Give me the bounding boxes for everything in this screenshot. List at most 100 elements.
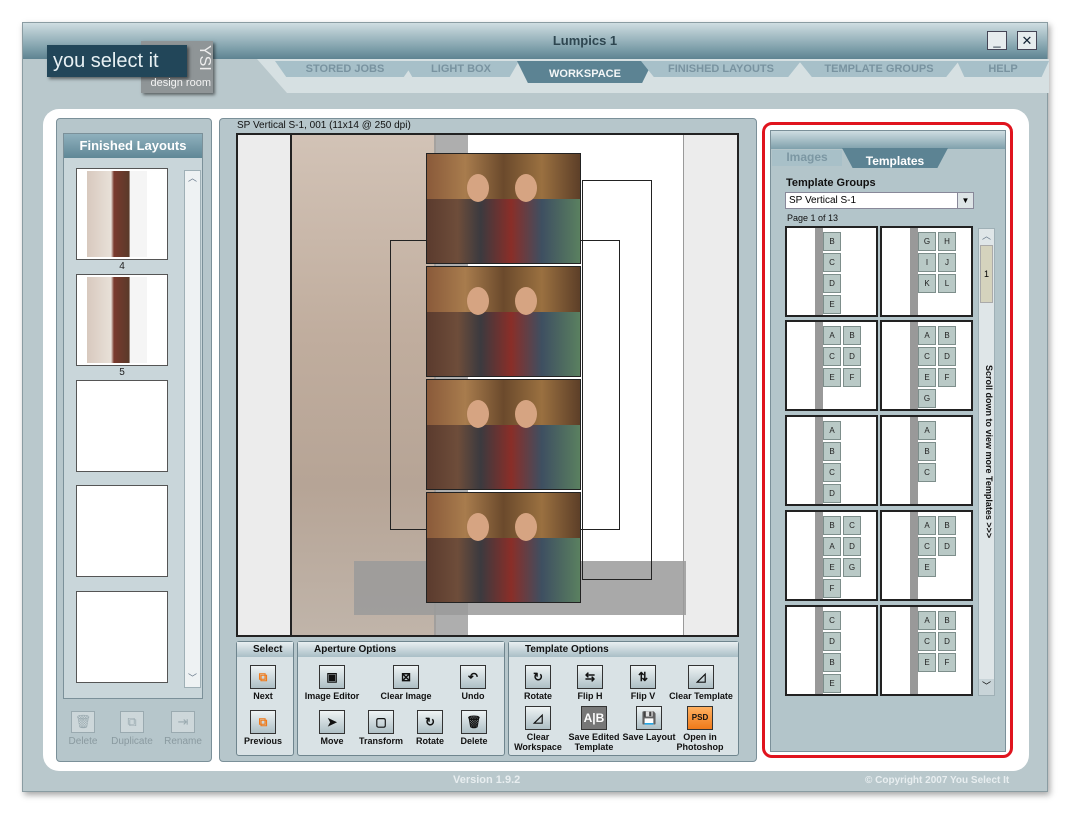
template-cell: C bbox=[823, 463, 841, 482]
template-cell: F bbox=[843, 368, 861, 387]
version-text: Version 1.9.2 bbox=[453, 774, 521, 786]
scroll-down-icon[interactable]: ﹀ bbox=[185, 671, 200, 687]
minimize-button[interactable]: _ bbox=[987, 31, 1007, 50]
button-label: Delete bbox=[68, 736, 98, 747]
photo-strip-1[interactable] bbox=[426, 153, 581, 264]
template-cell: A bbox=[918, 421, 936, 440]
photo-strip-4[interactable] bbox=[426, 492, 581, 603]
template-thumb[interactable]: ABCDEFG bbox=[880, 320, 973, 411]
template-cell: A bbox=[918, 516, 936, 535]
template-thumb[interactable]: BCDE bbox=[785, 226, 878, 317]
template-cell: A bbox=[823, 421, 841, 440]
layout-thumb-empty[interactable] bbox=[76, 380, 168, 472]
chevron-down-icon[interactable]: ▼ bbox=[957, 193, 973, 208]
template-cell: C bbox=[918, 632, 936, 651]
template-shade bbox=[815, 228, 823, 315]
layout-thumb-5[interactable] bbox=[76, 274, 168, 366]
photo-strip-2[interactable] bbox=[426, 266, 581, 377]
template-thumb[interactable]: ABC bbox=[880, 415, 973, 506]
tab-light-box[interactable]: LIGHT BOX bbox=[403, 61, 519, 77]
left-scrollbar[interactable]: ︿ ﹀ bbox=[184, 170, 201, 688]
rename-layout-button[interactable]: ⇥ Rename bbox=[153, 711, 213, 747]
tab-workspace[interactable]: WORKSPACE bbox=[517, 61, 653, 83]
template-cell: B bbox=[823, 442, 841, 461]
layout-thumb-empty[interactable] bbox=[76, 485, 168, 577]
ab-template-icon: A|B bbox=[581, 706, 607, 730]
clear-template-button[interactable]: ◿ Clear Template bbox=[669, 665, 733, 701]
previous-icon: ⧉ bbox=[250, 710, 276, 734]
clear-workspace-icon: ◿ bbox=[525, 706, 551, 730]
button-label: Rename bbox=[164, 736, 202, 747]
tab-templates[interactable]: Templates bbox=[842, 148, 948, 168]
clear-workspace-button[interactable]: ◿ Clear Workspace bbox=[506, 706, 570, 752]
photo-strip-3[interactable] bbox=[426, 379, 581, 490]
scroll-thumb[interactable]: 1 bbox=[980, 245, 993, 303]
template-thumb[interactable]: CDBE bbox=[785, 605, 878, 696]
template-cell: A bbox=[823, 537, 841, 556]
undo-button[interactable]: ↶ Undo bbox=[441, 665, 505, 701]
template-cell: C bbox=[823, 611, 841, 630]
move-cursor-icon: ➤ bbox=[319, 710, 345, 734]
template-cell: B bbox=[823, 516, 841, 535]
button-label: Transform bbox=[358, 736, 403, 746]
previous-button[interactable]: ⧉ Previous bbox=[231, 710, 295, 746]
clear-template-icon: ◿ bbox=[688, 665, 714, 689]
template-cell: D bbox=[938, 347, 956, 366]
template-group-select[interactable]: SP Vertical S-1 ▼ bbox=[785, 192, 974, 209]
template-cell: D bbox=[823, 274, 841, 293]
tab-help[interactable]: HELP bbox=[957, 61, 1049, 77]
template-cell: A bbox=[918, 326, 936, 345]
rotate-icon: ↻ bbox=[525, 665, 551, 689]
layout-thumb-empty[interactable] bbox=[76, 591, 168, 683]
button-label: Rotate bbox=[415, 736, 444, 746]
flip-v-button[interactable]: ⇅ Flip V bbox=[611, 665, 675, 701]
image-editor-button[interactable]: ▣ Image Editor bbox=[300, 665, 364, 701]
open-in-photoshop-button[interactable]: PSD Open in Photoshop bbox=[668, 706, 732, 752]
template-thumb[interactable]: ABCDE bbox=[880, 510, 973, 601]
flip-h-icon: ⇆ bbox=[577, 665, 603, 689]
button-label: Delete bbox=[460, 736, 488, 746]
template-cell: B bbox=[823, 232, 841, 251]
scroll-up-icon[interactable]: ︿ bbox=[979, 229, 994, 245]
template-cell: F bbox=[938, 368, 956, 387]
template-cell: C bbox=[918, 537, 936, 556]
template-cell: G bbox=[918, 389, 936, 408]
flip-v-icon: ⇅ bbox=[630, 665, 656, 689]
template-groups-label: Template Groups bbox=[786, 177, 876, 189]
clear-image-button[interactable]: ⊠ Clear Image bbox=[374, 665, 438, 701]
delete-image-button[interactable]: 🗑 Delete bbox=[442, 710, 506, 746]
tab-stored-jobs[interactable]: STORED JOBS bbox=[275, 61, 415, 77]
group-title: Template Options bbox=[509, 642, 738, 657]
template-cell: E bbox=[823, 674, 841, 693]
select-value: SP Vertical S-1 bbox=[789, 195, 857, 206]
button-label: Save Edited Template bbox=[568, 732, 620, 752]
template-cell: E bbox=[918, 653, 936, 672]
logo: you select it bbox=[47, 45, 187, 77]
template-cell: B bbox=[918, 442, 936, 461]
template-thumb[interactable]: GHIJKL bbox=[880, 226, 973, 317]
template-thumb[interactable]: ABCDEF bbox=[880, 605, 973, 696]
button-label: Clear Image bbox=[380, 691, 432, 701]
template-shade bbox=[815, 607, 823, 694]
trash-icon: 🗑 bbox=[71, 711, 95, 733]
scroll-down-icon[interactable]: ﹀ bbox=[979, 679, 994, 695]
template-thumb[interactable]: ABCD bbox=[785, 415, 878, 506]
template-shade bbox=[910, 607, 918, 694]
template-thumb[interactable]: BCADEGF bbox=[785, 510, 878, 601]
button-label: Flip H bbox=[577, 691, 603, 701]
button-label: Undo bbox=[461, 691, 485, 701]
button-label: Previous bbox=[243, 736, 283, 746]
template-thumb[interactable]: ABCDEF bbox=[785, 320, 878, 411]
tab-template-groups[interactable]: TEMPLATE GROUPS bbox=[799, 61, 959, 77]
layout-thumb-label: 4 bbox=[119, 261, 125, 272]
next-button[interactable]: ⧉ Next bbox=[231, 665, 295, 701]
image-editor-icon: ▣ bbox=[319, 665, 345, 689]
template-cell: F bbox=[823, 579, 841, 598]
template-cell: B bbox=[938, 516, 956, 535]
layout-thumb-4[interactable] bbox=[76, 168, 168, 260]
tab-finished-layouts[interactable]: FINISHED LAYOUTS bbox=[641, 61, 801, 77]
trash-icon: 🗑 bbox=[461, 710, 487, 734]
tab-images[interactable]: Images bbox=[772, 150, 842, 166]
scroll-up-icon[interactable]: ︿ bbox=[185, 171, 200, 187]
close-button[interactable]: ✕ bbox=[1017, 31, 1037, 50]
